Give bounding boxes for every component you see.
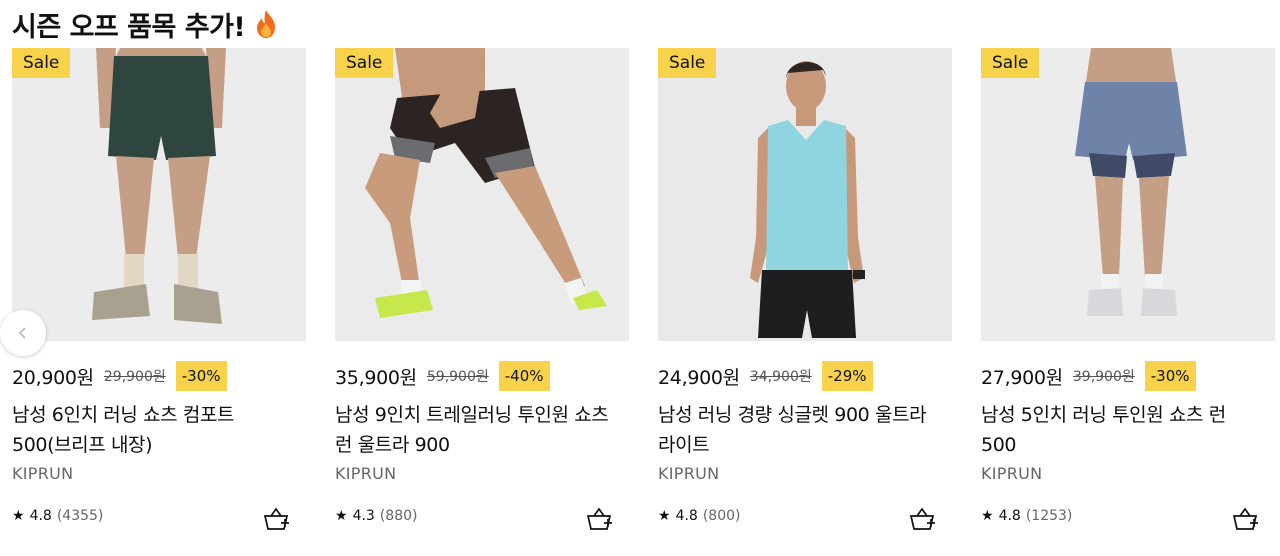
price-row: 27,900원 39,900원 -30% <box>981 360 1196 392</box>
product-image[interactable]: Sale <box>981 48 1275 341</box>
product-name[interactable]: 남성 9인치 트레일러닝 투인원 쇼츠 런 울트라 900 <box>335 400 629 460</box>
product-name-line2[interactable]: 라이트 <box>658 430 952 460</box>
product-name[interactable]: 남성 6인치 러닝 쇼츠 컴포트 500(브리프 내장) <box>12 400 306 460</box>
review-count: (4355) <box>56 508 104 524</box>
product-name-line2[interactable]: 런 울트라 900 <box>335 430 629 460</box>
sale-badge: Sale <box>981 48 1040 78</box>
sale-badge: Sale <box>335 48 394 78</box>
product-name[interactable]: 남성 러닝 경량 싱글렛 900 울트라 라이트 <box>658 400 952 460</box>
star-icon: ★ <box>981 508 994 524</box>
chevron-left-icon <box>18 327 26 339</box>
product-name-line2[interactable]: 500 <box>981 430 1275 460</box>
rating: ★ 4.8 (800) <box>658 508 740 524</box>
review-count: (880) <box>379 508 418 524</box>
product-name-line2[interactable]: 500(브리프 내장) <box>12 430 306 460</box>
discount-badge: -29% <box>821 361 873 391</box>
product-photo-trail-shorts <box>335 48 629 341</box>
carousel-prev-button[interactable] <box>0 310 46 356</box>
product-name-line1[interactable]: 남성 6인치 러닝 쇼츠 컴포트 <box>12 400 306 430</box>
product-name[interactable]: 남성 5인치 러닝 투인원 쇼츠 런 500 <box>981 400 1275 460</box>
original-price: 59,900원 <box>426 369 489 385</box>
rating-value: 4.8 <box>998 508 1021 524</box>
basket-add-icon <box>1232 507 1258 530</box>
rating-value: 4.3 <box>352 508 375 524</box>
product-photo-singlet <box>658 48 952 341</box>
basket-add-icon <box>586 507 612 530</box>
review-count: (1253) <box>1025 508 1073 524</box>
discount-badge: -30% <box>1144 361 1196 391</box>
review-count: (800) <box>702 508 741 524</box>
add-to-cart-button[interactable] <box>262 504 292 534</box>
product-photo-comfort-shorts <box>12 48 306 341</box>
product-name-line1[interactable]: 남성 5인치 러닝 투인원 쇼츠 런 <box>981 400 1275 430</box>
star-icon: ★ <box>658 508 671 524</box>
section-header: 시즌 오프 품목 추가! <box>12 6 279 43</box>
sale-price: 27,900원 <box>981 366 1063 389</box>
product-card[interactable]: Sale 24,900원 34,900원 -29% 남성 러닝 경량 싱글렛 9… <box>658 48 952 556</box>
star-icon: ★ <box>335 508 348 524</box>
sale-badge: Sale <box>12 48 71 78</box>
section-title: 시즌 오프 품목 추가! <box>12 11 246 43</box>
product-grid: Sale 35,900원 59,900원 -40% 남성 9인치 트레일러닝 투… <box>0 48 1275 556</box>
product-name-line1[interactable]: 남성 러닝 경량 싱글렛 900 울트라 <box>658 400 952 430</box>
sale-price: 24,900원 <box>658 366 740 389</box>
rating: ★ 4.8 (4355) <box>12 508 103 524</box>
product-card[interactable]: Sale 27,900원 39,900원 -30% 남성 5인치 러닝 투인원 … <box>981 48 1275 556</box>
original-price: 39,900원 <box>1072 369 1135 385</box>
discount-badge: -30% <box>175 361 227 391</box>
rating-value: 4.8 <box>29 508 52 524</box>
star-icon: ★ <box>12 508 25 524</box>
sale-price: 20,900원 <box>12 366 94 389</box>
brand-name: KIPRUN <box>981 464 1043 483</box>
sale-price: 35,900원 <box>335 366 417 389</box>
price-row: 35,900원 59,900원 -40% <box>335 360 550 392</box>
product-image[interactable]: Sale <box>12 48 306 341</box>
rating: ★ 4.8 (1253) <box>981 508 1072 524</box>
product-name-line1[interactable]: 남성 9인치 트레일러닝 투인원 쇼츠 <box>335 400 629 430</box>
brand-name: KIPRUN <box>335 464 397 483</box>
add-to-cart-button[interactable] <box>1231 504 1261 534</box>
original-price: 29,900원 <box>103 369 166 385</box>
rating-value: 4.8 <box>675 508 698 524</box>
product-card[interactable]: Sale 20,900원 29,900원 -30% 남성 6인치 러닝 쇼츠 컴… <box>12 48 306 556</box>
basket-add-icon <box>909 507 935 530</box>
product-card[interactable]: Sale 35,900원 59,900원 -40% 남성 9인치 트레일러닝 투… <box>335 48 629 556</box>
product-photo-2in1-shorts <box>981 48 1275 341</box>
price-row: 20,900원 29,900원 -30% <box>12 360 227 392</box>
fire-icon <box>257 10 276 38</box>
basket-add-icon <box>263 507 289 530</box>
product-image[interactable]: Sale <box>335 48 629 341</box>
original-price: 34,900원 <box>749 369 812 385</box>
rating: ★ 4.3 (880) <box>335 508 417 524</box>
sale-badge: Sale <box>658 48 717 78</box>
add-to-cart-button[interactable] <box>908 504 938 534</box>
product-image[interactable]: Sale <box>658 48 952 341</box>
add-to-cart-button[interactable] <box>585 504 615 534</box>
price-row: 24,900원 34,900원 -29% <box>658 360 873 392</box>
brand-name: KIPRUN <box>658 464 720 483</box>
brand-name: KIPRUN <box>12 464 74 483</box>
discount-badge: -40% <box>498 361 550 391</box>
